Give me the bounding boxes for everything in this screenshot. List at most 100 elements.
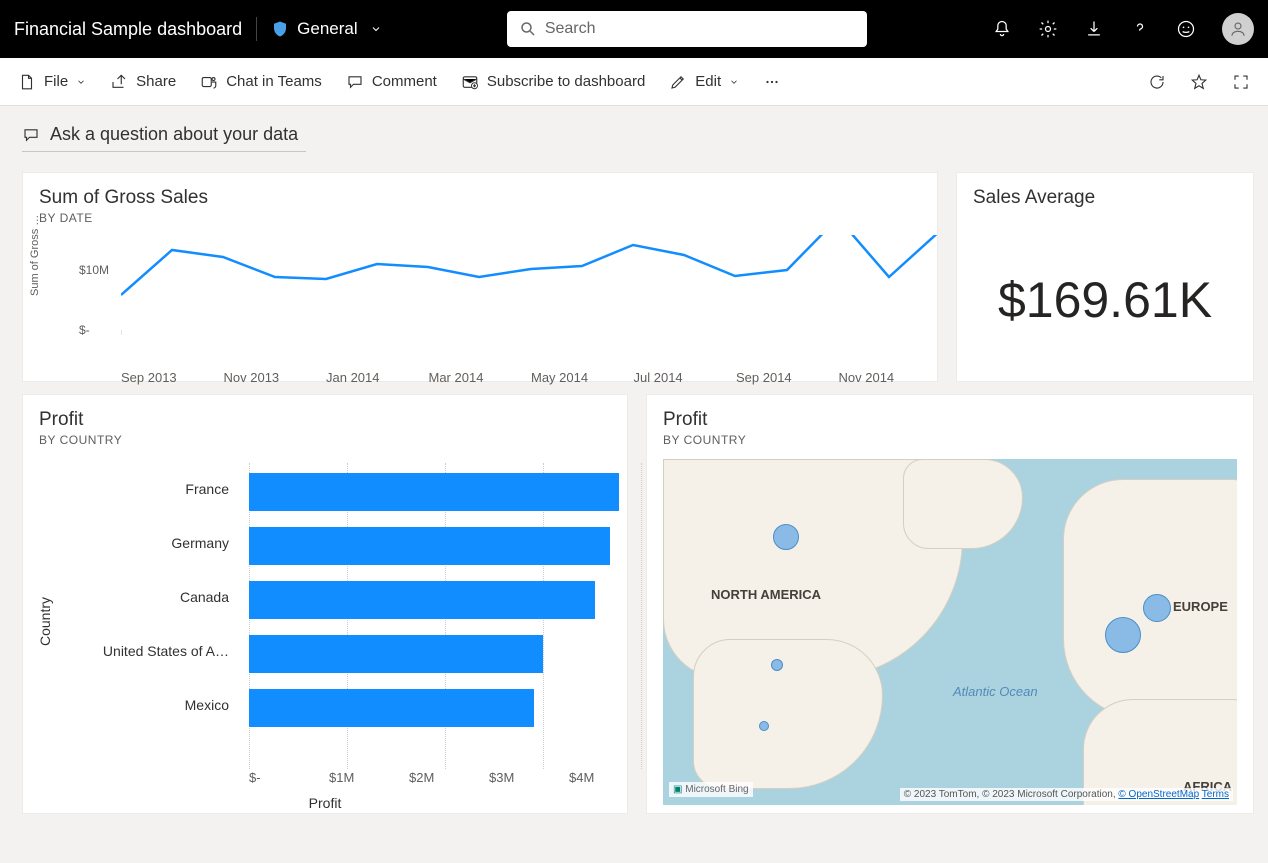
map-visual[interactable]: NORTH AMERICA EUROPE AFRICA Atlantic Oce…: [663, 459, 1237, 805]
refresh-button[interactable]: [1148, 73, 1166, 91]
x-tick: Jan 2014: [326, 370, 429, 385]
bar-chart: Country France Germany Canada United Sta…: [39, 463, 611, 813]
x-tick: $-: [249, 770, 329, 785]
dashboard-row-1: Sum of Gross Sales BY DATE Sum of Gross …: [0, 160, 1268, 394]
qna-prompt-text: Ask a question about your data: [50, 124, 298, 145]
x-tick: Jul 2014: [634, 370, 737, 385]
bar: [249, 689, 534, 727]
map-land: [903, 459, 1023, 549]
refresh-icon: [1148, 73, 1166, 91]
tile-title: Sum of Gross Sales: [39, 187, 921, 209]
bar-category: United States of A…: [39, 643, 239, 659]
download-icon[interactable]: [1084, 19, 1104, 39]
x-tick: Sep 2014: [736, 370, 839, 385]
bar: [249, 635, 543, 673]
notifications-icon[interactable]: [992, 19, 1012, 39]
subscribe-button[interactable]: Subscribe to dashboard: [461, 73, 645, 91]
tile-gross-sales-line[interactable]: Sum of Gross Sales BY DATE Sum of Gross …: [22, 172, 938, 382]
share-label: Share: [136, 73, 176, 90]
comment-label: Comment: [372, 73, 437, 90]
chat-bubble-icon: [22, 126, 40, 144]
search-icon: [519, 20, 537, 38]
tile-subtitle: BY COUNTRY: [663, 433, 1237, 447]
chat-label: Chat in Teams: [226, 73, 322, 90]
dashboard-title: Financial Sample dashboard: [14, 19, 242, 40]
bar-category: Mexico: [39, 697, 239, 713]
y-tick: $10M: [79, 263, 109, 277]
more-icon: [763, 73, 781, 91]
map-label-ocean: Atlantic Ocean: [953, 684, 1038, 699]
favorite-button[interactable]: [1190, 73, 1208, 91]
bar-category: Canada: [39, 589, 239, 605]
x-ticks: Sep 2013 Nov 2013 Jan 2014 Mar 2014 May …: [121, 370, 941, 385]
chat-teams-button[interactable]: Chat in Teams: [200, 73, 322, 91]
map-label-eu: EUROPE: [1173, 599, 1228, 614]
bar-category: France: [39, 481, 239, 497]
command-bar-right: [1148, 73, 1250, 91]
divider: [256, 17, 257, 41]
x-tick: Nov 2013: [224, 370, 327, 385]
map-bubble-usa[interactable]: [771, 659, 783, 671]
terms-link[interactable]: Terms: [1202, 789, 1229, 800]
tile-profit-map[interactable]: Profit BY COUNTRY NORTH AMERICA EUROPE A…: [646, 394, 1254, 814]
gridline: [641, 463, 642, 769]
bar-category: Germany: [39, 535, 239, 551]
subscribe-label: Subscribe to dashboard: [487, 73, 645, 90]
search-wrap: [396, 11, 978, 47]
file-icon: [18, 73, 36, 91]
file-label: File: [44, 73, 68, 90]
tile-sales-average[interactable]: Sales Average $169.61K: [956, 172, 1254, 382]
fullscreen-icon: [1232, 73, 1250, 91]
share-button[interactable]: Share: [110, 73, 176, 91]
file-menu[interactable]: File: [18, 73, 86, 91]
qna-section: Ask a question about your data: [0, 106, 1268, 160]
osm-link[interactable]: © OpenStreetMap: [1118, 789, 1199, 800]
more-options[interactable]: [763, 73, 781, 91]
edit-icon: [669, 73, 687, 91]
app-header: Financial Sample dashboard General: [0, 0, 1268, 58]
x-tick: Sep 2013: [121, 370, 224, 385]
bar: [249, 473, 619, 511]
tile-title: Profit: [663, 409, 1237, 431]
line-path: [121, 235, 941, 345]
bing-logo: ▣ Microsoft Bing: [669, 782, 753, 797]
map-bubble-mexico[interactable]: [759, 721, 769, 731]
x-axis-label: Profit: [309, 795, 342, 811]
sensitivity-text: General: [297, 19, 357, 39]
feedback-icon[interactable]: [1176, 19, 1196, 39]
kpi-value: $169.61K: [973, 209, 1237, 329]
edit-menu[interactable]: Edit: [669, 73, 739, 91]
x-ticks: $- $1M $2M $3M $4M: [249, 770, 649, 785]
map-bubble-germany[interactable]: [1143, 594, 1171, 622]
map-bubble-canada[interactable]: [773, 524, 799, 550]
chevron-down-icon: [729, 77, 739, 87]
comment-icon: [346, 73, 364, 91]
help-icon[interactable]: [1130, 19, 1150, 39]
bar: [249, 581, 595, 619]
chevron-down-icon: [370, 23, 382, 35]
command-bar: File Share Chat in Teams Comment Subscri…: [0, 58, 1268, 106]
comment-button[interactable]: Comment: [346, 73, 437, 91]
map-label-na: NORTH AMERICA: [711, 587, 821, 602]
search-input[interactable]: [545, 20, 855, 38]
x-tick: $4M: [569, 770, 649, 785]
settings-icon[interactable]: [1038, 19, 1058, 39]
map-bubble-france[interactable]: [1105, 617, 1141, 653]
tile-title: Sales Average: [973, 187, 1237, 209]
tile-profit-bar[interactable]: Profit BY COUNTRY Country France Germany…: [22, 394, 628, 814]
bar: [249, 527, 610, 565]
x-tick: May 2014: [531, 370, 634, 385]
qna-input[interactable]: Ask a question about your data: [22, 120, 306, 152]
tile-subtitle: BY DATE: [39, 211, 921, 225]
account-avatar[interactable]: [1222, 13, 1254, 45]
subscribe-icon: [461, 73, 479, 91]
fullscreen-button[interactable]: [1232, 73, 1250, 91]
y-tick: $-: [79, 323, 90, 337]
x-tick: $3M: [489, 770, 569, 785]
shield-icon: [271, 19, 289, 39]
map-attribution: © 2023 TomTom, © 2023 Microsoft Corporat…: [900, 788, 1233, 801]
line-chart: Sum of Gross … $10M $- Sep 2013 Nov 2013…: [39, 235, 921, 385]
sensitivity-label[interactable]: General: [271, 19, 381, 39]
search-box[interactable]: [507, 11, 867, 47]
x-tick: $2M: [409, 770, 489, 785]
